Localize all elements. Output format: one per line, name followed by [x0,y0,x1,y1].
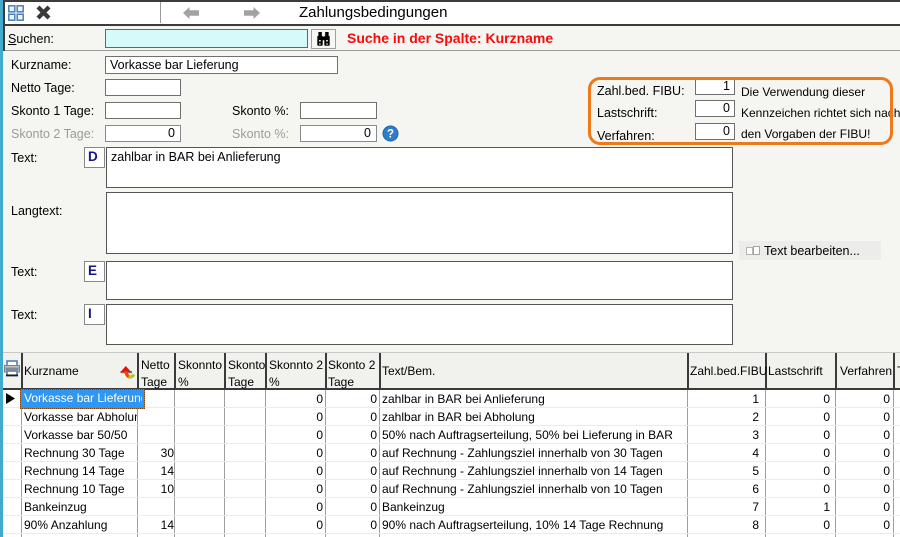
svg-text:?: ? [387,129,394,141]
